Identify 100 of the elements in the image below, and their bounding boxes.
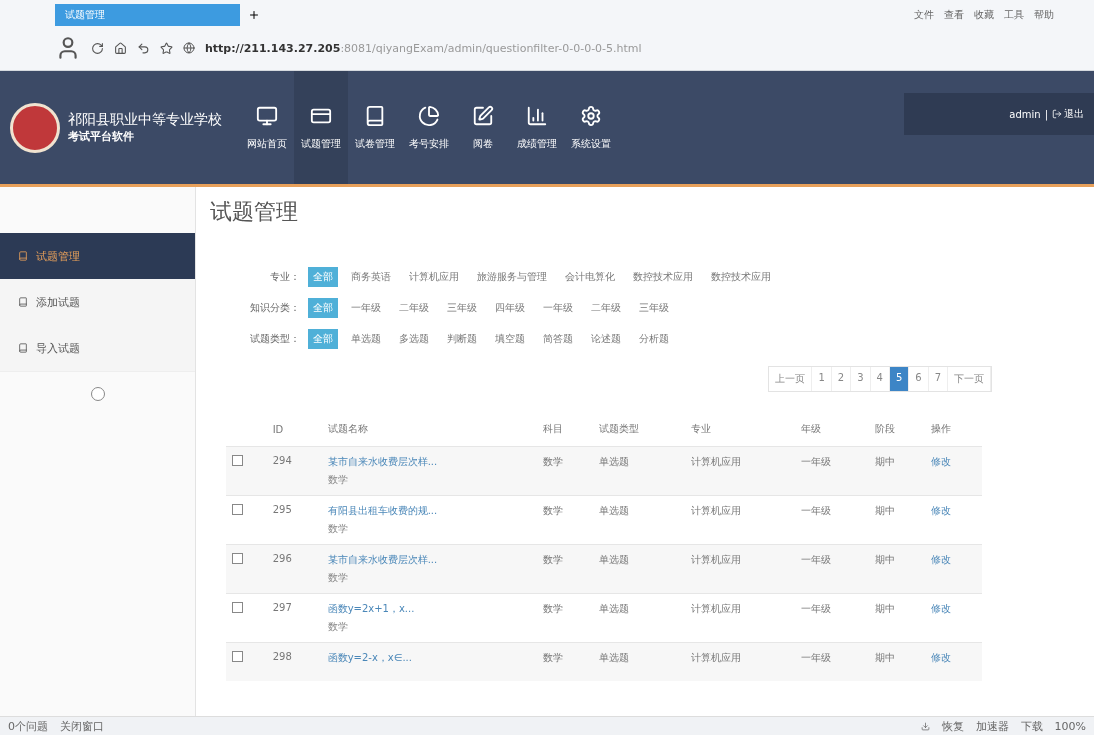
logout-link[interactable]: 退出 bbox=[1052, 107, 1084, 121]
status-item[interactable]: 下载 bbox=[1020, 718, 1043, 734]
question-link[interactable]: 函数y=2x+1，x... bbox=[327, 602, 531, 616]
table-cell: 一年级 bbox=[794, 642, 869, 681]
column-header: 阶段 bbox=[868, 412, 926, 447]
filter-option[interactable]: 四年级 bbox=[490, 298, 530, 318]
filter-option[interactable]: 数控技术应用 bbox=[706, 267, 776, 287]
filter-option[interactable]: 三年级 bbox=[442, 298, 482, 318]
username: admin bbox=[1009, 108, 1041, 120]
column-header: 年级 bbox=[794, 412, 869, 447]
filter-option[interactable]: 判断题 bbox=[442, 329, 482, 349]
filter-option[interactable]: 商务英语 bbox=[346, 267, 396, 287]
school-emblem-icon bbox=[10, 102, 60, 153]
table-cell: 单选题 bbox=[593, 593, 685, 643]
nav-item[interactable]: 阅卷 bbox=[456, 71, 510, 184]
home-icon[interactable] bbox=[114, 41, 127, 55]
table-cell: 计算机应用 bbox=[685, 544, 795, 594]
menu-item[interactable]: 查看 bbox=[944, 8, 964, 22]
app-subtitle: 考试平台软件 bbox=[68, 129, 135, 144]
filter-option[interactable]: 一年级 bbox=[346, 298, 386, 318]
table-cell: 数学 bbox=[536, 593, 594, 643]
table-cell: 295 bbox=[266, 495, 322, 545]
edit-link[interactable]: 修改 bbox=[931, 455, 976, 469]
sidebar-item[interactable]: 导入试题 bbox=[0, 325, 195, 371]
table-cell: 单选题 bbox=[593, 642, 685, 681]
nav-item[interactable]: 成绩管理 bbox=[510, 71, 564, 184]
filter-option[interactable]: 分析题 bbox=[634, 329, 674, 349]
table-cell: 单选题 bbox=[593, 495, 685, 545]
nav-item[interactable]: 试卷管理 bbox=[348, 71, 402, 184]
filter-label: 知识分类： bbox=[249, 301, 300, 315]
status-item[interactable]: 加速器 bbox=[975, 718, 1009, 734]
row-checkbox[interactable] bbox=[232, 553, 243, 564]
nav-item[interactable]: 网站首页 bbox=[240, 71, 294, 184]
nav-item[interactable]: 试题管理 bbox=[294, 71, 348, 184]
menu-item[interactable]: 收藏 bbox=[974, 8, 994, 22]
table-cell: 期中 bbox=[868, 642, 926, 681]
sidebar-item[interactable]: 试题管理 bbox=[0, 233, 195, 279]
book-icon bbox=[18, 343, 28, 353]
nav-icon bbox=[472, 104, 494, 127]
filter-option[interactable]: 二年级 bbox=[394, 298, 434, 318]
filter-option[interactable]: 数控技术应用 bbox=[628, 267, 698, 287]
filter-option[interactable]: 三年级 bbox=[634, 298, 674, 318]
page-title: 试题管理 bbox=[210, 198, 299, 226]
subject-tag: 数学 bbox=[327, 620, 531, 634]
question-link[interactable]: 某市自来水收费层次样... bbox=[327, 553, 531, 567]
status-item[interactable]: 0个问题 bbox=[8, 718, 48, 734]
table-cell: 计算机应用 bbox=[685, 495, 795, 545]
filter-option[interactable]: 多选题 bbox=[394, 329, 434, 349]
filter-option[interactable]: 二年级 bbox=[586, 298, 626, 318]
filter-option[interactable]: 简答题 bbox=[538, 329, 578, 349]
column-header: 专业 bbox=[685, 412, 795, 447]
column-header: 试题类型 bbox=[593, 412, 685, 447]
edit-link[interactable]: 修改 bbox=[931, 504, 976, 518]
filter-option[interactable]: 旅游服务与管理 bbox=[472, 267, 552, 287]
menu-item[interactable]: 工具 bbox=[1004, 8, 1024, 22]
download-icon bbox=[920, 721, 930, 731]
nav-item[interactable]: 系统设置 bbox=[564, 71, 618, 184]
undo-icon[interactable] bbox=[137, 41, 150, 55]
edit-link[interactable]: 修改 bbox=[931, 602, 976, 616]
filter-option[interactable]: 计算机应用 bbox=[404, 267, 464, 287]
column-header: 操作 bbox=[925, 412, 982, 447]
table-cell: 期中 bbox=[868, 544, 926, 594]
filter-option[interactable]: 会计电算化 bbox=[560, 267, 620, 287]
status-item[interactable]: 100% bbox=[1054, 719, 1086, 733]
menu-item[interactable]: 文件 bbox=[914, 8, 934, 22]
collapse-icon[interactable] bbox=[90, 387, 105, 401]
column-header: ID bbox=[266, 412, 322, 447]
address-bar[interactable]: http://211.143.27.205:8081/qiyangExam/admin/questionfilter-0-0-0-0-5.html bbox=[205, 41, 1094, 55]
status-item[interactable]: 恢复 bbox=[941, 718, 964, 734]
new-tab-icon[interactable] bbox=[248, 9, 260, 21]
table-cell: 计算机应用 bbox=[685, 593, 795, 643]
filter-option[interactable]: 论述题 bbox=[586, 329, 626, 349]
question-link[interactable]: 函数y=2-x，x∈... bbox=[327, 651, 531, 665]
book-icon bbox=[18, 251, 28, 261]
table-cell: 计算机应用 bbox=[685, 642, 795, 681]
row-checkbox[interactable] bbox=[232, 504, 243, 515]
row-checkbox[interactable] bbox=[232, 602, 243, 613]
row-checkbox[interactable] bbox=[232, 455, 243, 466]
star-icon[interactable] bbox=[160, 41, 173, 55]
edit-link[interactable]: 修改 bbox=[931, 651, 976, 665]
table-cell: 期中 bbox=[868, 495, 926, 545]
menu-item[interactable]: 帮助 bbox=[1034, 8, 1054, 22]
edit-link[interactable]: 修改 bbox=[931, 553, 976, 567]
nav-icon bbox=[256, 104, 278, 127]
row-checkbox[interactable] bbox=[232, 651, 243, 662]
table-cell: 一年级 bbox=[794, 593, 869, 643]
table-cell: 一年级 bbox=[794, 544, 869, 594]
browser-tab[interactable]: 试题管理 bbox=[55, 4, 240, 26]
question-link[interactable]: 有阳县出租车收费的规... bbox=[327, 504, 531, 518]
page-link[interactable]: 5 bbox=[889, 367, 910, 391]
book-icon bbox=[18, 297, 28, 307]
filter-option[interactable]: 单选题 bbox=[346, 329, 386, 349]
filter-option[interactable]: 填空题 bbox=[490, 329, 530, 349]
refresh-icon[interactable] bbox=[91, 41, 104, 55]
sidebar-item[interactable]: 添加试题 bbox=[0, 279, 195, 325]
filter-option[interactable]: 一年级 bbox=[538, 298, 578, 318]
question-link[interactable]: 某市自来水收费层次样... bbox=[327, 455, 531, 469]
nav-item[interactable]: 考号安排 bbox=[402, 71, 456, 184]
status-item[interactable]: 关闭窗口 bbox=[60, 718, 104, 734]
table-cell: 一年级 bbox=[794, 446, 869, 496]
